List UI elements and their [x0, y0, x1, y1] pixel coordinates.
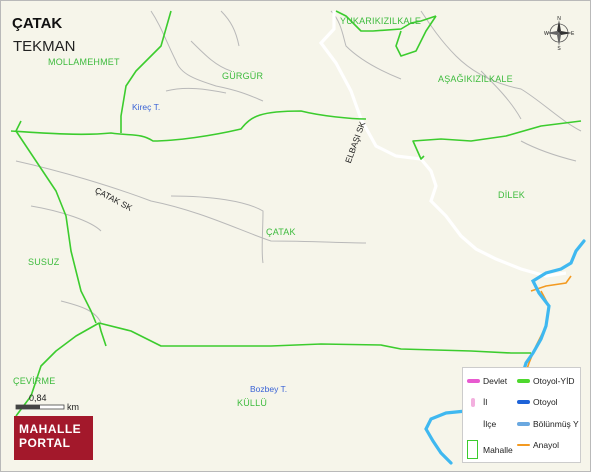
place-label-mollamehmet: MOLLAMEHMET: [48, 57, 120, 67]
legend-label-il: İl: [483, 397, 488, 407]
anayol-road: [522, 275, 572, 382]
map-title: ÇATAK: [12, 15, 63, 32]
legend-label-otoyol: Otoyol: [533, 397, 558, 407]
legend-label-devlet: Devlet: [483, 376, 508, 386]
legend-label-bolunmus: Bölünmüş Y: [533, 419, 579, 429]
legend-item-otoyol-yid: Otoyol-YİD: [517, 376, 575, 386]
legend-item-anayol: Anayol: [517, 440, 559, 450]
legend-label-mahalle: Mahalle: [483, 444, 513, 455]
legend-item-il: İl: [467, 397, 487, 407]
legend-item-mahalle: Mahalle: [467, 440, 513, 459]
compass-e: E: [571, 31, 575, 37]
place-label-kullu: KÜLLÜ: [237, 398, 268, 408]
legend-item-otoyol: Otoyol: [517, 397, 558, 407]
mahalle-borders: [10, 10, 582, 417]
place-label-catak: ÇATAK: [266, 227, 296, 237]
ilce-swatch: [467, 422, 480, 426]
compass-w: W: [544, 31, 549, 37]
place-label-dilek: DİLEK: [498, 190, 526, 200]
map-subtitle: TEKMAN: [13, 38, 76, 55]
legend-label-otoyol-yid: Otoyol-YİD: [533, 376, 575, 386]
legend-label-anayol: Anayol: [533, 440, 559, 450]
place-label-susuz: SUSUZ: [28, 257, 60, 267]
mahalle-portal-logo[interactable]: MAHALLE PORTAL: [14, 416, 93, 460]
brand-line2: PORTAL: [19, 436, 71, 450]
legend-item-ilce: İlçe: [467, 419, 496, 429]
scale-unit: km: [67, 402, 79, 412]
place-label-yukarikizilkale: YUKARIKIZILKALE: [340, 16, 422, 26]
compass-rose: N S W E: [543, 16, 575, 52]
water-label-kirec: Kireç T.: [132, 102, 161, 112]
bolunmus-swatch: [517, 422, 530, 426]
mahalle-swatch: [467, 440, 478, 459]
brand-line1: MAHALLE: [19, 422, 82, 436]
otoyol-swatch: [517, 400, 530, 404]
devlet-swatch: [467, 379, 480, 383]
compass-n: N: [557, 16, 561, 22]
compass-s: S: [557, 46, 561, 50]
scale-bar-graphic: [15, 404, 65, 410]
legend-label-ilce: İlçe: [483, 419, 497, 429]
place-label-asagikizilkale: AŞAĞIKIZILKALE: [438, 74, 513, 84]
legend-item-devlet: Devlet: [467, 376, 507, 386]
il-swatch: [471, 397, 475, 407]
anayol-swatch: [517, 444, 530, 446]
water-label-bozbey: Bozbey T.: [250, 384, 288, 394]
otoyol-yid-swatch: [517, 379, 530, 383]
map-canvas[interactable]: ÇATAK TEKMAN YUKARIKIZILKALE MOLLAMEHMET…: [0, 0, 591, 472]
map-legend: Devlet İl İlçe Mahalle Otoyol-YİD Otoyol…: [462, 367, 581, 463]
legend-item-bolunmus: Bölünmüş Y: [517, 419, 579, 429]
compass-icon: N S W E: [544, 16, 575, 52]
place-label-cevirme: ÇEVİRME: [13, 376, 56, 386]
place-label-gurgur: GÜRGÜR: [222, 71, 264, 81]
